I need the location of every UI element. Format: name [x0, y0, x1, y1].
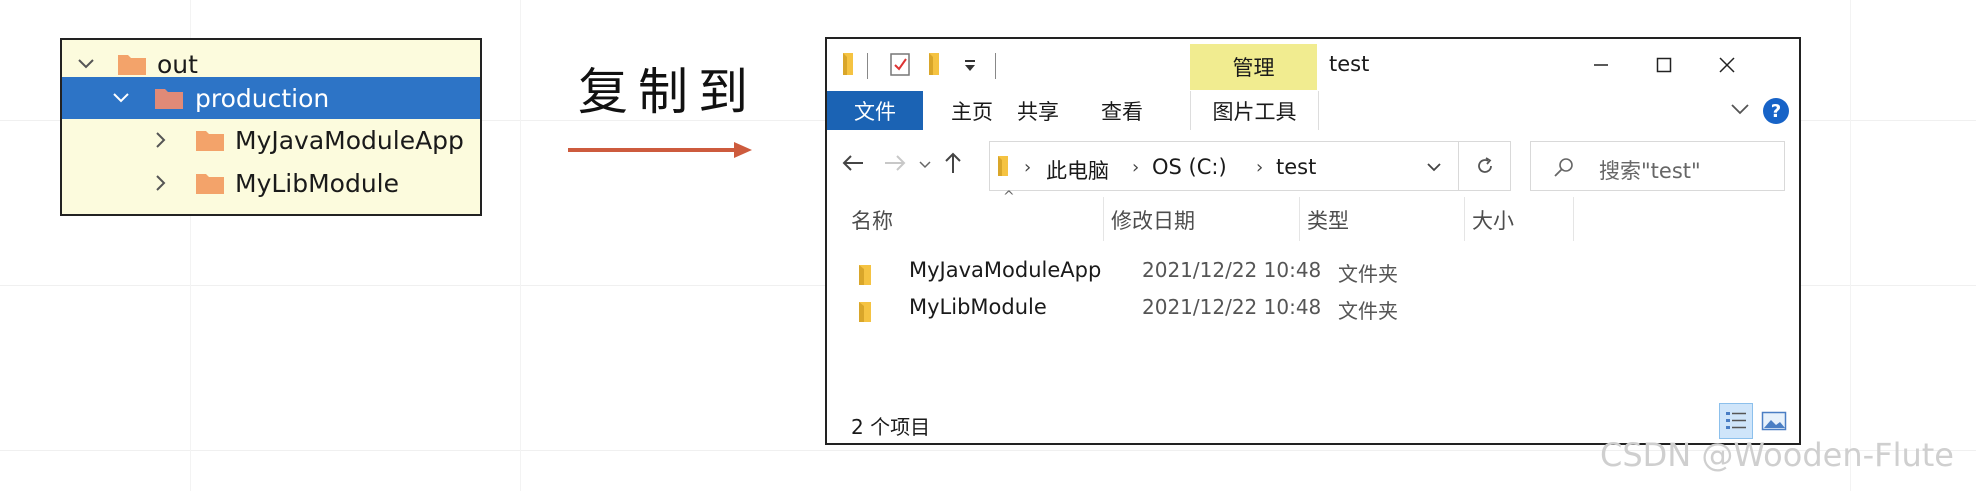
- file-modified: 2021/12/22 10:48: [1142, 258, 1322, 282]
- watermark: CSDN @Wooden-Flute: [1600, 436, 1954, 474]
- tab-file[interactable]: 文件: [827, 91, 923, 130]
- file-explorer-window: 管理 test 文件 主页 共享 查看 图片工具 ? › 此电脑 › OS (C…: [825, 37, 1801, 445]
- breadcrumb-this-pc[interactable]: 此电脑: [1046, 155, 1109, 185]
- folder-icon: [155, 89, 183, 109]
- tab-view[interactable]: 查看: [1087, 91, 1157, 130]
- ribbon-tabs: 文件 主页 共享 查看 图片工具 ?: [827, 91, 1799, 130]
- file-row[interactable]: MyJavaModuleApp 2021/12/22 10:48 文件夹: [857, 258, 1779, 288]
- recent-locations-icon[interactable]: [919, 161, 931, 169]
- tab-picture-tools[interactable]: 图片工具: [1190, 91, 1319, 130]
- address-bar[interactable]: › 此电脑 › OS (C:) › test: [989, 141, 1459, 191]
- folder-icon: [859, 265, 871, 285]
- tree-node-mylibmodule[interactable]: MyLibModule: [62, 162, 480, 204]
- sort-ascending-icon: ^: [1003, 189, 1015, 205]
- column-divider[interactable]: [1299, 197, 1300, 241]
- chevron-right-icon[interactable]: [149, 128, 173, 152]
- tree-node-label: production: [195, 83, 330, 113]
- help-button[interactable]: ?: [1763, 98, 1789, 124]
- column-header-size[interactable]: 大小: [1472, 205, 1514, 235]
- large-icons-view-button[interactable]: [1757, 403, 1791, 439]
- column-header-modified[interactable]: 修改日期: [1111, 205, 1195, 235]
- large-icons-view-icon: [1761, 411, 1787, 431]
- refresh-button[interactable]: [1459, 141, 1511, 191]
- tree-node-label: MyJavaModuleApp: [235, 125, 464, 155]
- refresh-icon: [1477, 157, 1492, 173]
- right-arrow-icon: [568, 142, 752, 158]
- search-input[interactable]: 搜索"test": [1530, 141, 1785, 191]
- up-arrow-icon[interactable]: [943, 151, 963, 175]
- folder-icon: [859, 302, 871, 322]
- tree-node-myjavamoduleapp[interactable]: MyJavaModuleApp: [62, 119, 480, 161]
- new-folder-icon[interactable]: [927, 51, 943, 77]
- column-header-type[interactable]: 类型: [1307, 205, 1349, 235]
- file-type: 文件夹: [1338, 262, 1398, 286]
- close-button[interactable]: [1704, 49, 1750, 81]
- details-view-button[interactable]: [1719, 403, 1753, 439]
- file-modified: 2021/12/22 10:48: [1142, 295, 1322, 319]
- expand-ribbon-icon[interactable]: [1729, 98, 1751, 120]
- search-icon: [1554, 158, 1573, 177]
- tree-node-label: out: [157, 49, 198, 79]
- separator: [995, 53, 996, 79]
- forward-arrow-icon[interactable]: [883, 153, 907, 173]
- separator: [867, 53, 868, 79]
- tab-home[interactable]: 主页: [937, 91, 1007, 130]
- folder-icon[interactable]: [841, 51, 857, 77]
- folder-icon: [196, 174, 224, 194]
- column-header-name[interactable]: 名称: [851, 205, 893, 235]
- breadcrumb-separator-icon[interactable]: ›: [1132, 157, 1139, 178]
- customize-toolbar-icon[interactable]: [963, 59, 977, 73]
- file-row[interactable]: MyLibModule 2021/12/22 10:48 文件夹: [857, 295, 1779, 325]
- details-view-icon: [1726, 412, 1746, 429]
- manage-context-tab[interactable]: 管理: [1190, 44, 1317, 90]
- file-type: 文件夹: [1338, 299, 1398, 323]
- breadcrumb-test[interactable]: test: [1276, 155, 1316, 179]
- column-divider[interactable]: [1103, 197, 1104, 241]
- file-name: MyJavaModuleApp: [909, 258, 1102, 282]
- window-title: test: [1329, 52, 1370, 76]
- address-history-icon[interactable]: [1426, 162, 1442, 172]
- tree-node-production[interactable]: production: [62, 77, 480, 119]
- copy-to-caption: 复制到: [578, 63, 758, 121]
- breadcrumb-os-c[interactable]: OS (C:): [1152, 155, 1227, 179]
- tab-share[interactable]: 共享: [1003, 91, 1073, 130]
- column-divider[interactable]: [1573, 197, 1574, 241]
- folder-icon: [196, 131, 224, 151]
- breadcrumb-separator-icon[interactable]: ›: [1256, 157, 1263, 178]
- minimize-button[interactable]: [1578, 49, 1624, 81]
- back-arrow-icon[interactable]: [841, 153, 865, 173]
- chevron-down-icon[interactable]: [74, 52, 98, 76]
- breadcrumb-separator-icon[interactable]: ›: [1024, 157, 1031, 178]
- item-count: 2 个项目: [851, 415, 931, 439]
- project-tree: out production MyJavaModuleApp MyLibModu…: [60, 38, 482, 216]
- folder-icon: [998, 156, 1008, 176]
- column-divider[interactable]: [1464, 197, 1465, 241]
- navigation-bar: › 此电脑 › OS (C:) › test 搜索"test": [827, 137, 1799, 193]
- tree-node-label: MyLibModule: [235, 168, 400, 198]
- properties-icon[interactable]: [889, 51, 911, 77]
- title-bar: 管理 test: [827, 39, 1799, 91]
- folder-icon: [118, 55, 146, 75]
- maximize-button[interactable]: [1641, 49, 1687, 81]
- chevron-right-icon[interactable]: [149, 171, 173, 195]
- grid-line: [520, 0, 521, 491]
- grid-line: [1850, 0, 1851, 491]
- chevron-down-icon[interactable]: [109, 86, 133, 110]
- search-placeholder: 搜索"test": [1599, 159, 1701, 183]
- file-name: MyLibModule: [909, 295, 1047, 319]
